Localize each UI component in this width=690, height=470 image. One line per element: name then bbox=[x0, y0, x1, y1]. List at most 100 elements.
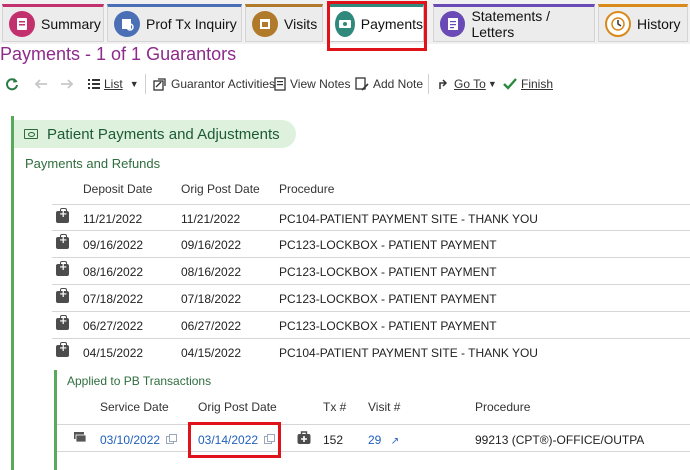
deposit-date: 09/16/2022 bbox=[83, 238, 144, 252]
list-menu[interactable]: List ▼ bbox=[88, 76, 139, 92]
col-procedure: Procedure bbox=[279, 182, 335, 196]
medical-bag-icon bbox=[56, 208, 69, 223]
notes-icon bbox=[274, 77, 286, 91]
go-to-menu[interactable]: Go To ▼ bbox=[437, 76, 497, 92]
deposit-date: 11/21/2022 bbox=[83, 212, 143, 226]
table-row[interactable]: 09/16/2022 09/16/2022 PC123-LOCKBOX - PA… bbox=[52, 231, 690, 258]
tab-label: History bbox=[637, 16, 681, 32]
deposit-date: 07/18/2022 bbox=[83, 292, 144, 306]
view-notes-button[interactable]: View Notes bbox=[274, 76, 350, 92]
guarantor-activities-icon bbox=[153, 78, 166, 91]
medical-bag-icon bbox=[56, 288, 69, 303]
forward-arrow-icon bbox=[61, 79, 74, 89]
tab-history[interactable]: History bbox=[598, 4, 688, 42]
table-row[interactable]: 03/10/2022 03/14/2022 152 29 ↗ 99213 (CP… bbox=[57, 424, 690, 452]
orig-post-date: 04/15/2022 bbox=[181, 346, 242, 360]
tab-label: Prof Tx Inquiry bbox=[146, 16, 237, 32]
col-visit-number: Visit # bbox=[368, 400, 401, 414]
table-row[interactable]: 07/18/2022 07/18/2022 PC123-LOCKBOX - PA… bbox=[52, 285, 690, 312]
go-to-label: Go To bbox=[454, 77, 486, 91]
statements-icon bbox=[440, 11, 466, 37]
tab-summary[interactable]: Summary bbox=[2, 4, 104, 42]
procedure: PC123-LOCKBOX - PATIENT PAYMENT bbox=[279, 319, 497, 333]
tab-statements-letters[interactable]: Statements / Letters bbox=[433, 4, 595, 42]
procedure: PC104-PATIENT PAYMENT SITE - THANK YOU bbox=[279, 346, 538, 360]
deposit-date: 04/15/2022 bbox=[83, 346, 144, 360]
tx-number: 152 bbox=[323, 433, 344, 447]
procedure: 99213 (CPT®)-OFFICE/OUTPA bbox=[475, 433, 645, 447]
add-note-label: Add Note bbox=[373, 77, 424, 91]
toolbar: List ▼ Guarantor Activities View Notes A… bbox=[0, 72, 690, 96]
table-row[interactable]: 08/16/2022 08/16/2022 PC123-LOCKBOX - PA… bbox=[52, 258, 690, 285]
orig-post-date: 11/21/2022 bbox=[181, 212, 241, 226]
col-tx-number: Tx # bbox=[323, 400, 347, 414]
procedure: PC123-LOCKBOX - PATIENT PAYMENT bbox=[279, 292, 497, 306]
orig-post-date: 07/18/2022 bbox=[181, 292, 242, 306]
tab-label: Statements / Letters bbox=[471, 8, 551, 40]
deposit-date: 06/27/2022 bbox=[83, 319, 144, 333]
back-button[interactable] bbox=[34, 76, 48, 92]
section-header[interactable]: Patient Payments and Adjustments bbox=[14, 120, 296, 148]
visit-number-link[interactable]: 29 bbox=[368, 433, 381, 447]
applied-pb-transactions: Applied to PB Transactions Service Date … bbox=[54, 370, 690, 470]
chevron-down-icon: ▼ bbox=[487, 79, 497, 89]
finish-button[interactable]: Finish bbox=[503, 76, 553, 92]
view-notes-label: View Notes bbox=[290, 77, 351, 91]
visits-icon bbox=[252, 11, 278, 37]
col-orig-post-date: Orig Post Date bbox=[198, 400, 277, 414]
page-title: Payments - 1 of 1 Guarantors bbox=[0, 44, 237, 64]
medical-bag-icon bbox=[56, 315, 69, 330]
medical-bag-icon bbox=[56, 342, 69, 357]
procedure: PC123-LOCKBOX - PATIENT PAYMENT bbox=[279, 265, 497, 279]
list-label: List bbox=[104, 77, 123, 91]
service-date-link[interactable]: 03/10/2022 bbox=[100, 433, 160, 447]
guarantor-activities-label: Guarantor Activities bbox=[171, 77, 276, 91]
chevron-down-icon: ▼ bbox=[129, 79, 139, 89]
tab-label: Summary bbox=[41, 16, 101, 32]
guarantor-activities-button[interactable]: Guarantor Activities bbox=[153, 76, 275, 92]
medical-bag-icon bbox=[56, 261, 69, 276]
procedure: PC104-PATIENT PAYMENT SITE - THANK YOU bbox=[279, 212, 538, 226]
payments-tab-highlight bbox=[327, 1, 427, 51]
copy-icon[interactable] bbox=[166, 434, 178, 444]
tab-visits[interactable]: Visits bbox=[245, 4, 323, 42]
refresh-button[interactable] bbox=[5, 76, 19, 92]
table-row[interactable]: 06/27/2022 06/27/2022 PC123-LOCKBOX - PA… bbox=[52, 312, 690, 339]
back-arrow-icon bbox=[34, 79, 47, 89]
toolbar-divider bbox=[145, 74, 146, 94]
orig-post-date: 08/16/2022 bbox=[181, 265, 242, 279]
tab-prof-tx-inquiry[interactable]: Prof Tx Inquiry bbox=[107, 4, 242, 42]
transactions-icon bbox=[73, 431, 87, 447]
procedure: PC123-LOCKBOX - PATIENT PAYMENT bbox=[279, 238, 497, 252]
add-note-icon bbox=[355, 77, 369, 91]
refresh-icon bbox=[6, 78, 18, 91]
add-note-button[interactable]: Add Note bbox=[355, 76, 423, 92]
checkmark-icon bbox=[503, 78, 517, 90]
medical-bag-icon bbox=[297, 431, 311, 447]
payments-refunds-title: Payments and Refunds bbox=[25, 156, 161, 171]
prof-tx-inquiry-icon bbox=[114, 11, 140, 37]
col-orig-post-date: Orig Post Date bbox=[181, 182, 260, 196]
forward-button[interactable] bbox=[60, 76, 74, 92]
section-title: Patient Payments and Adjustments bbox=[47, 125, 280, 143]
col-procedure: Procedure bbox=[475, 400, 531, 414]
money-icon bbox=[24, 129, 38, 139]
medical-bag-icon bbox=[56, 234, 69, 249]
history-icon bbox=[605, 11, 631, 37]
orig-post-date-highlight bbox=[188, 422, 281, 458]
deposit-date: 08/16/2022 bbox=[83, 265, 144, 279]
applied-title: Applied to PB Transactions bbox=[67, 374, 212, 388]
orig-post-date: 09/16/2022 bbox=[181, 238, 242, 252]
orig-post-date: 06/27/2022 bbox=[181, 319, 242, 333]
table-row[interactable]: 04/15/2022 04/15/2022 PC104-PATIENT PAYM… bbox=[52, 339, 690, 366]
col-service-date: Service Date bbox=[100, 400, 169, 414]
col-deposit-date: Deposit Date bbox=[83, 182, 153, 196]
list-icon bbox=[88, 79, 100, 89]
summary-icon bbox=[9, 11, 35, 37]
finish-label: Finish bbox=[521, 77, 554, 91]
external-link-icon[interactable]: ↗ bbox=[391, 436, 399, 447]
go-to-arrow-icon bbox=[439, 79, 448, 89]
tab-label: Visits bbox=[284, 16, 318, 32]
toolbar-divider bbox=[428, 74, 429, 94]
table-row[interactable]: 11/21/2022 11/21/2022 PC104-PATIENT PAYM… bbox=[52, 204, 690, 231]
